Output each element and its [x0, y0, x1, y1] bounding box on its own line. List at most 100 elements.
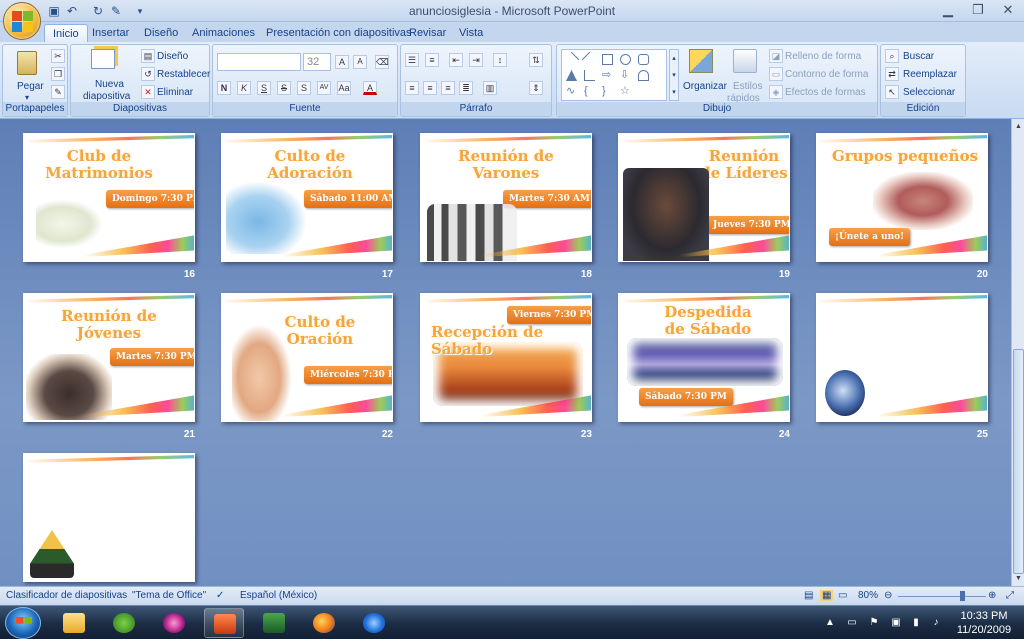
- shape-down-arrow-icon[interactable]: ⇩: [620, 70, 631, 81]
- select-button[interactable]: Seleccionar: [903, 87, 955, 98]
- tab-animaciones[interactable]: Animaciones: [184, 24, 263, 42]
- slide-thumbnail-25[interactable]: [816, 293, 988, 422]
- tray-expand-icon[interactable]: ▲: [824, 617, 836, 629]
- restore-button[interactable]: ❐: [966, 1, 990, 19]
- new-slide-icon[interactable]: [91, 49, 115, 69]
- quick-styles-label-1[interactable]: Estilos: [733, 81, 762, 92]
- clear-format-icon[interactable]: ⌫: [375, 55, 389, 69]
- change-case-icon[interactable]: Aa: [337, 81, 351, 95]
- shape-fill-button[interactable]: Relleno de forma: [785, 51, 861, 62]
- tray-signal-icon[interactable]: ▮: [910, 617, 922, 629]
- align-center-icon[interactable]: ≡: [423, 81, 437, 95]
- zoom-out-icon[interactable]: ⊖: [884, 590, 892, 601]
- tab-presentacion[interactable]: Presentación con diapositivas: [258, 24, 420, 42]
- tab-insertar[interactable]: Insertar: [84, 24, 137, 42]
- grow-font-icon[interactable]: A: [335, 55, 349, 69]
- zoom-slider-thumb[interactable]: [960, 591, 965, 601]
- underline-icon[interactable]: S: [257, 81, 271, 95]
- slide-thumbnail-20[interactable]: Grupos pequeños ¡Únete a uno!: [816, 133, 988, 262]
- scroll-up-icon[interactable]: ▲: [1013, 121, 1024, 132]
- bold-icon[interactable]: N: [217, 81, 231, 95]
- scroll-thumb[interactable]: [1013, 349, 1024, 574]
- align-right-icon[interactable]: ≡: [441, 81, 455, 95]
- slide-thumbnail-22[interactable]: Culto de Oración Miércoles 7:30 PM: [221, 293, 393, 422]
- columns-icon[interactable]: ▥: [483, 81, 497, 95]
- find-button[interactable]: Buscar: [903, 51, 934, 62]
- justify-icon[interactable]: ≣: [459, 81, 473, 95]
- clock[interactable]: 10:33 PM 11/20/2009: [952, 609, 1016, 637]
- numbering-icon[interactable]: ≡: [425, 53, 439, 67]
- taskbar-ie[interactable]: [354, 608, 394, 638]
- replace-button[interactable]: Reemplazar: [903, 69, 957, 80]
- align-text-icon[interactable]: ⇕: [529, 81, 543, 95]
- decrease-indent-icon[interactable]: ⇤: [449, 53, 463, 67]
- normal-view-icon[interactable]: ▤: [804, 590, 813, 601]
- font-size-field[interactable]: 32: [303, 53, 331, 71]
- slide-thumbnail-21[interactable]: Reunión de Jóvenes Martes 7:30 PM: [23, 293, 195, 422]
- shape-brace-icon[interactable]: {: [584, 86, 595, 97]
- quick-styles-icon[interactable]: [733, 49, 757, 73]
- taskbar-explorer[interactable]: [54, 608, 94, 638]
- italic-icon[interactable]: K: [237, 81, 251, 95]
- shape-triangle-icon[interactable]: [566, 70, 577, 81]
- slide-thumbnail-17[interactable]: Culto de Adoración Sábado 11:00 AM: [221, 133, 393, 262]
- minimize-button[interactable]: ▁: [936, 1, 960, 19]
- taskbar-powerpoint[interactable]: [204, 608, 244, 638]
- scroll-down-icon[interactable]: ▼: [1013, 573, 1024, 584]
- vertical-scrollbar[interactable]: ▲ ▼: [1011, 119, 1024, 586]
- copy-icon[interactable]: ❐: [51, 67, 65, 81]
- taskbar-app[interactable]: [254, 608, 294, 638]
- new-slide-label-1[interactable]: Nueva: [95, 79, 124, 90]
- shadow-icon[interactable]: S: [297, 81, 311, 95]
- font-name-field[interactable]: [217, 53, 301, 71]
- shape-brace-right-icon[interactable]: }: [602, 86, 613, 97]
- shape-rounded-icon[interactable]: [638, 54, 649, 65]
- paste-dropdown-icon[interactable]: ▾: [25, 93, 29, 102]
- align-left-icon[interactable]: ≡: [405, 81, 419, 95]
- slide-thumbnail-23[interactable]: Viernes 7:30 PM Recepción de Sábado: [420, 293, 592, 422]
- spellcheck-icon[interactable]: ✓: [216, 590, 224, 601]
- layout-button[interactable]: Diseño: [157, 51, 188, 62]
- shapes-scroll-icon[interactable]: ▴ ▾ ▾: [669, 49, 679, 101]
- tray-flag-icon[interactable]: ⚑: [868, 617, 880, 629]
- shape-curve-icon[interactable]: ∿: [566, 86, 577, 97]
- line-spacing-icon[interactable]: ↕: [493, 53, 507, 67]
- taskbar-media[interactable]: [154, 608, 194, 638]
- zoom-in-icon[interactable]: ⊕: [988, 590, 996, 601]
- shape-oval-icon[interactable]: [620, 54, 631, 65]
- tray-volume-icon[interactable]: ♪: [930, 617, 942, 629]
- spacing-icon[interactable]: AV: [317, 81, 331, 95]
- zoom-slider-track[interactable]: [898, 596, 986, 597]
- tab-vista[interactable]: Vista: [451, 24, 491, 42]
- shape-outline-button[interactable]: Contorno de forma: [785, 69, 868, 80]
- slide-thumbnail-19[interactable]: Reunión de Líderes Jueves 7:30 PM: [618, 133, 790, 262]
- shapes-gallery[interactable]: ⇨ ⇩ ∿ { } ☆: [561, 49, 667, 101]
- shape-line-icon[interactable]: [563, 51, 580, 68]
- shape-effects-button[interactable]: Efectos de formas: [785, 87, 866, 98]
- text-direction-icon[interactable]: ⇅: [529, 53, 543, 67]
- tray-network-icon[interactable]: ▣: [890, 617, 902, 629]
- strikethrough-icon[interactable]: S: [277, 81, 291, 95]
- increase-indent-icon[interactable]: ⇥: [469, 53, 483, 67]
- sorter-view-icon[interactable]: ▦: [820, 590, 834, 601]
- arrange-button[interactable]: Organizar: [683, 81, 727, 92]
- paste-button[interactable]: Pegar: [17, 81, 44, 92]
- close-button[interactable]: ✕: [996, 1, 1020, 19]
- taskbar-firefox[interactable]: [304, 608, 344, 638]
- shape-callout-icon[interactable]: [638, 70, 649, 81]
- tray-keyboard-icon[interactable]: ▭: [846, 617, 858, 629]
- taskbar-messenger[interactable]: [104, 608, 144, 638]
- tab-inicio[interactable]: Inicio: [44, 24, 88, 42]
- tab-diseno[interactable]: Diseño: [136, 24, 186, 42]
- zoom-level[interactable]: 80%: [858, 590, 878, 601]
- bullets-icon[interactable]: ☰: [405, 53, 419, 67]
- office-button[interactable]: [3, 2, 41, 40]
- slideshow-view-icon[interactable]: ▭: [838, 590, 847, 601]
- shrink-font-icon[interactable]: A: [353, 55, 367, 69]
- start-button[interactable]: [5, 607, 41, 639]
- delete-button[interactable]: Eliminar: [157, 87, 193, 98]
- slide-thumbnail-24[interactable]: Despedida de Sábado Sábado 7:30 PM: [618, 293, 790, 422]
- shape-right-arrow-icon[interactable]: ⇨: [602, 70, 613, 81]
- language[interactable]: Español (México): [240, 590, 317, 601]
- slide-thumbnail-26[interactable]: [23, 453, 195, 582]
